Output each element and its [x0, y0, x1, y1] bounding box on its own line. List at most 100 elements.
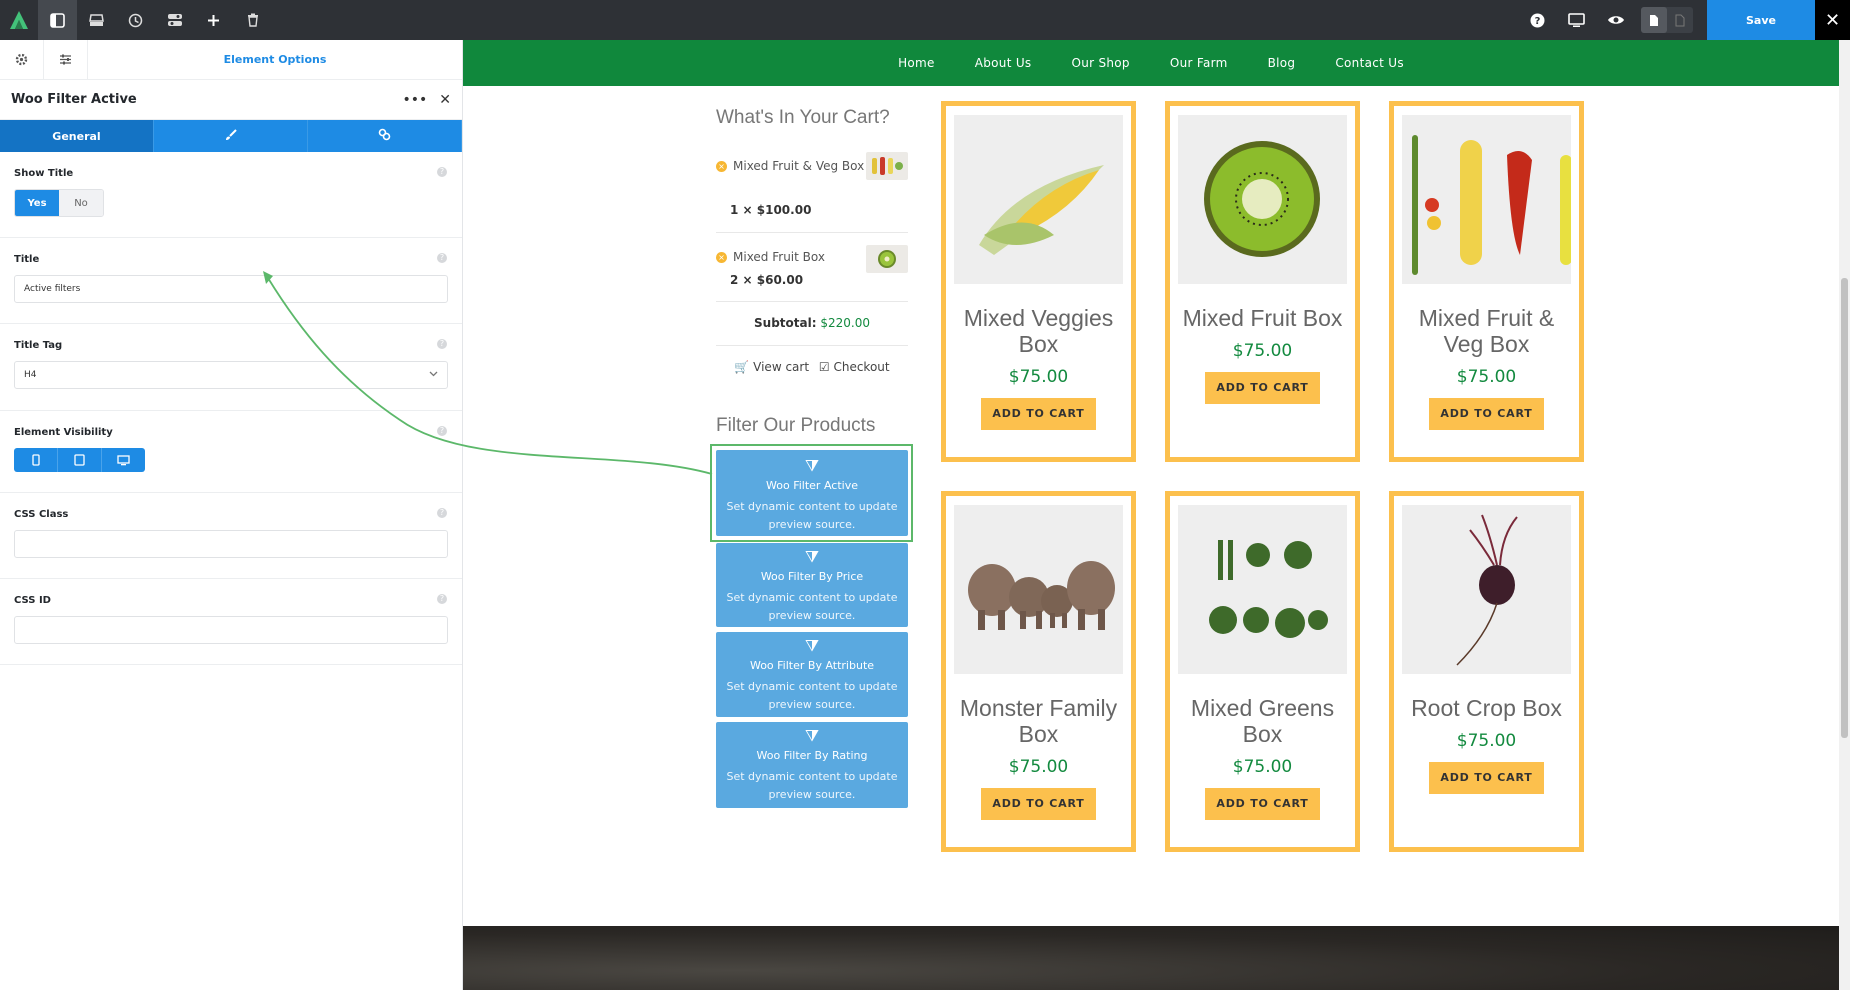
cart-divider [716, 232, 908, 233]
filter-icon: ⧩ [716, 456, 908, 476]
title-tag-select[interactable]: H4 [14, 361, 448, 389]
link-icon [378, 128, 391, 144]
help-icon[interactable]: ? [437, 339, 447, 349]
woo-filter-by-attribute[interactable]: ⧩ Woo Filter By Attribute Set dynamic co… [716, 632, 908, 717]
add-to-cart-button[interactable]: ADD TO CART [1429, 762, 1544, 794]
product-image[interactable] [1178, 505, 1347, 674]
tab-advanced[interactable] [308, 120, 462, 152]
trash-icon[interactable] [233, 0, 272, 40]
history-icon[interactable] [116, 0, 155, 40]
add-to-cart-button[interactable]: ADD TO CART [1205, 788, 1320, 820]
help-icon[interactable]: ? [437, 426, 447, 436]
page-switcher [1641, 7, 1693, 33]
title-label: Title [14, 254, 448, 265]
close-icon[interactable]: ✕ [1815, 0, 1850, 40]
help-icon[interactable]: ? [437, 508, 447, 518]
product-name[interactable]: Mixed Veggies Box [946, 305, 1131, 357]
tablet-icon[interactable] [58, 448, 102, 472]
preview-icon[interactable] [1596, 0, 1635, 40]
filter-icon: ⧩ [716, 726, 908, 746]
widget-name: Woo Filter By Price [716, 570, 908, 583]
layout-icon[interactable] [38, 0, 77, 40]
subtotal-label: Subtotal: [754, 316, 817, 330]
cart-thumb-kiwi [866, 245, 908, 273]
more-icon[interactable]: ••• [402, 92, 427, 108]
help-icon[interactable]: ? [437, 594, 447, 604]
css-id-field: CSS ID ? [0, 579, 462, 665]
add-to-cart-button[interactable]: ADD TO CART [1429, 398, 1544, 430]
woo-filter-by-price[interactable]: ⧩ Woo Filter By Price Set dynamic conten… [716, 543, 908, 627]
nav-shop[interactable]: Our Shop [1071, 56, 1129, 70]
nav-home[interactable]: Home [898, 56, 935, 70]
scrollbar-thumb[interactable] [1841, 278, 1848, 738]
title-field: Title ? Active filters [0, 238, 462, 324]
cart-divider [716, 301, 908, 302]
cart-item-qty: 1 × $100.00 [730, 203, 811, 217]
element-options-panel: Element Options Woo Filter Active ••• ✕ … [0, 40, 463, 990]
tab-general[interactable]: General [0, 120, 154, 152]
product-image[interactable] [1178, 115, 1347, 284]
view-cart-link[interactable]: View cart [753, 360, 809, 374]
help-icon[interactable]: ? [437, 253, 447, 263]
product-name[interactable]: Monster Family Box [946, 695, 1131, 747]
css-class-input[interactable] [14, 530, 448, 558]
nav-contact[interactable]: Contact Us [1335, 56, 1404, 70]
help-icon[interactable]: ? [437, 167, 447, 177]
woo-filter-by-rating[interactable]: ⧩ Woo Filter By Rating Set dynamic conte… [716, 722, 908, 808]
add-to-cart-button[interactable]: ADD TO CART [1205, 372, 1320, 404]
remove-item-icon[interactable]: × [716, 252, 727, 263]
tab-design[interactable] [154, 120, 308, 152]
product-image[interactable] [954, 115, 1123, 284]
nav-farm[interactable]: Our Farm [1170, 56, 1228, 70]
sliders-icon[interactable] [44, 40, 88, 79]
help-icon[interactable]: ? [1518, 0, 1557, 40]
product-image[interactable] [1402, 115, 1571, 284]
cart-item-name[interactable]: Mixed Fruit Box [733, 250, 825, 264]
css-id-input[interactable] [14, 616, 448, 644]
visibility-label: Element Visibility [14, 427, 448, 438]
scrollbar[interactable] [1839, 40, 1850, 990]
css-id-label: CSS ID [14, 595, 448, 606]
gear-icon[interactable] [0, 40, 44, 79]
product-name[interactable]: Root Crop Box [1394, 695, 1579, 721]
product-price: $75.00 [946, 757, 1131, 777]
yes-button[interactable]: Yes [15, 190, 59, 216]
top-toolbar: ? Save ✕ [0, 0, 1850, 40]
product-price: $75.00 [1170, 341, 1355, 361]
add-to-cart-button[interactable]: ADD TO CART [981, 788, 1096, 820]
element-options-tab[interactable]: Element Options [88, 40, 462, 79]
phone-icon[interactable] [14, 448, 58, 472]
filter-icon: ⧩ [716, 547, 908, 567]
css-class-label: CSS Class [14, 509, 448, 520]
checkout-link[interactable]: Checkout [833, 360, 889, 374]
brush-icon [225, 129, 237, 144]
product-name[interactable]: Mixed Greens Box [1170, 695, 1355, 747]
product-name[interactable]: Mixed Fruit Box [1170, 305, 1355, 331]
nav-blog[interactable]: Blog [1268, 56, 1296, 70]
nav-about[interactable]: About Us [975, 56, 1032, 70]
title-input[interactable]: Active filters [14, 275, 448, 303]
footer-background [463, 926, 1839, 990]
add-to-cart-button[interactable]: ADD TO CART [981, 398, 1096, 430]
product-image[interactable] [954, 505, 1123, 674]
sections-icon[interactable] [77, 0, 116, 40]
product-image[interactable] [1402, 505, 1571, 674]
page-doc-icon[interactable] [1641, 7, 1667, 33]
add-icon[interactable] [194, 0, 233, 40]
desktop-icon[interactable] [1557, 0, 1596, 40]
no-button[interactable]: No [59, 190, 103, 216]
woo-filter-active[interactable]: ⧩ Woo Filter Active Set dynamic content … [716, 450, 908, 536]
page-blank-icon[interactable] [1667, 7, 1693, 33]
close-panel-icon[interactable]: ✕ [439, 92, 451, 108]
title-tag-value: H4 [24, 370, 37, 380]
save-button[interactable]: Save [1707, 0, 1815, 40]
product-card: Mixed Greens Box $75.00 ADD TO CART [1165, 491, 1360, 852]
show-title-field: Show Title ? Yes No [0, 152, 462, 238]
desktop-visibility-icon[interactable] [102, 448, 145, 472]
cart-item-name[interactable]: Mixed Fruit & Veg Box [733, 159, 864, 173]
widget-name: Woo Filter By Rating [716, 749, 908, 762]
settings-tabs: General [0, 120, 462, 152]
remove-item-icon[interactable]: × [716, 161, 727, 172]
product-name[interactable]: Mixed Fruit & Veg Box [1394, 305, 1579, 357]
toggle-icon[interactable] [155, 0, 194, 40]
